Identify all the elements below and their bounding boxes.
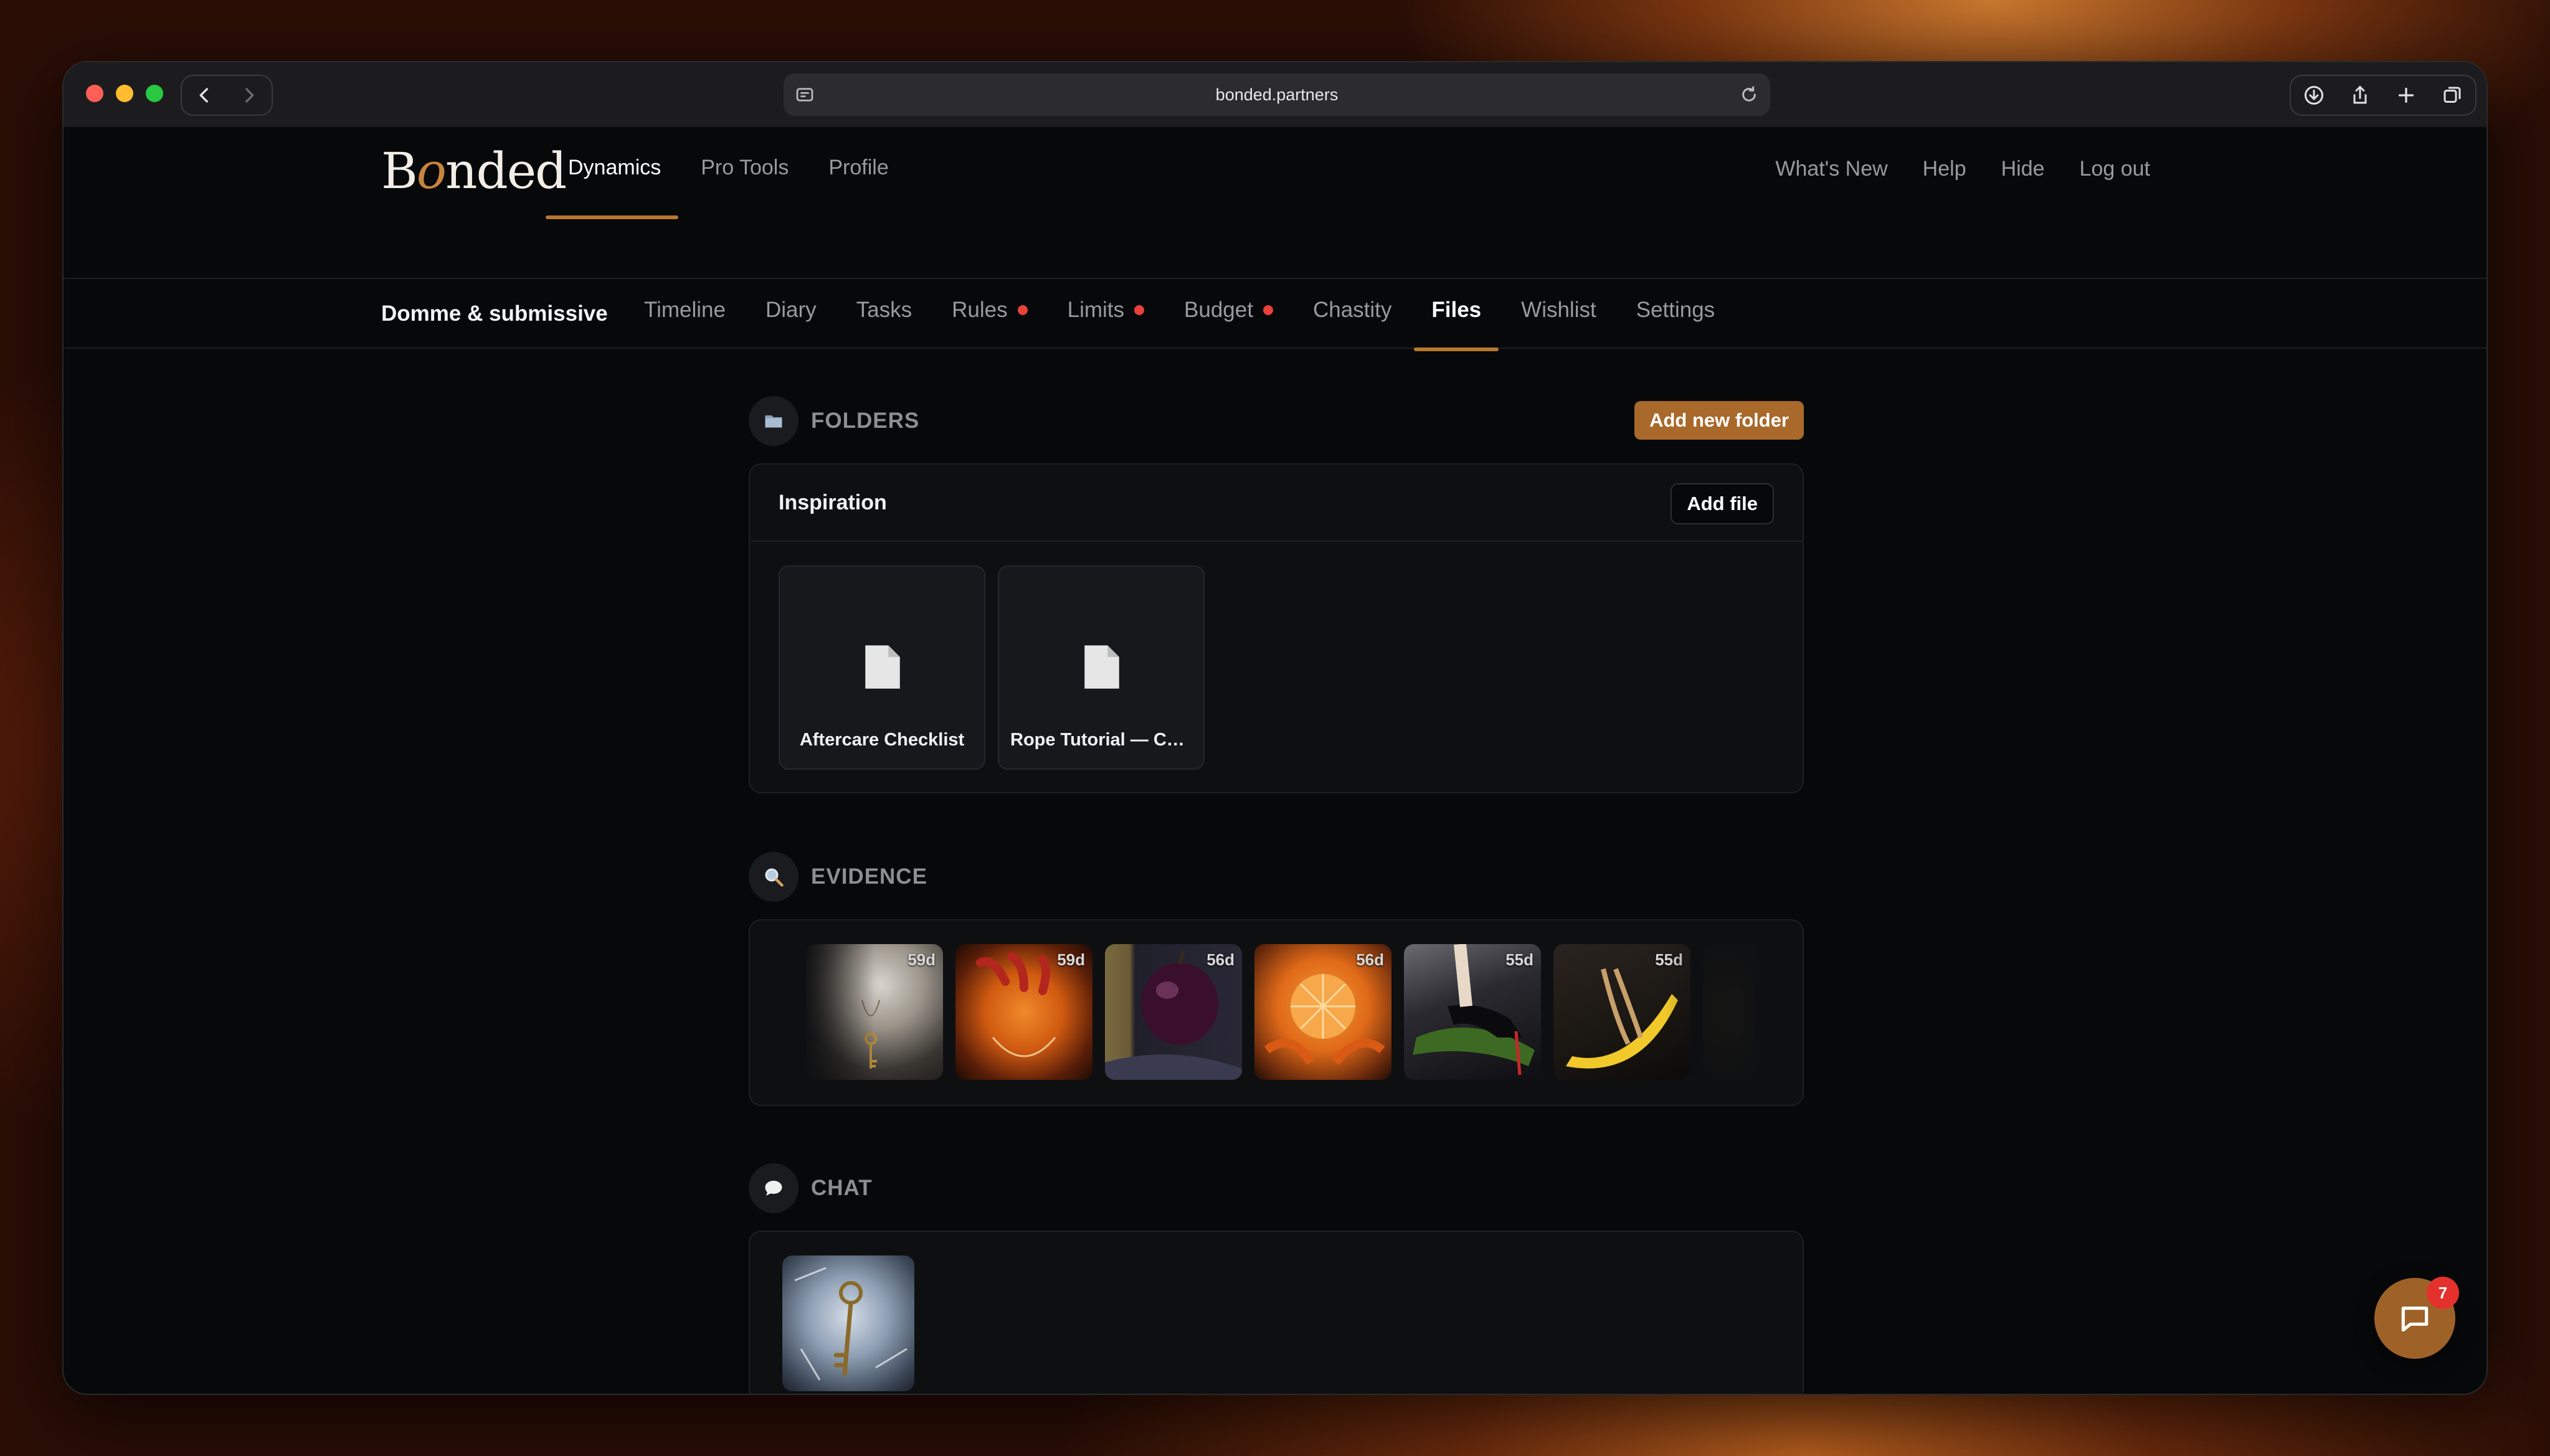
- nav-dynamics[interactable]: Dynamics: [545, 156, 679, 219]
- hide-link[interactable]: Hide: [2001, 157, 2045, 181]
- history-nav: [181, 75, 273, 116]
- folders-header: FOLDERS: [749, 396, 919, 446]
- unread-count-badge: 7: [2427, 1277, 2459, 1309]
- tab-files[interactable]: Files: [1414, 298, 1499, 351]
- tab-overview-icon[interactable]: [2441, 84, 2463, 106]
- add-new-folder-button[interactable]: Add new folder: [1634, 401, 1804, 440]
- folder-name[interactable]: Inspiration: [779, 491, 887, 515]
- folder-header: Inspiration Add file: [750, 465, 1803, 542]
- scroll-fade-left: [750, 920, 874, 1105]
- dynamic-subnav: Domme & submissive Timeline Diary Tasks …: [64, 279, 2486, 351]
- dynamic-title: Domme & submissive: [381, 301, 608, 326]
- dynamic-tabs: Timeline Diary Tasks Rules Limits Budget…: [644, 298, 1755, 351]
- address-bar[interactable]: bonded.partners: [784, 73, 1770, 116]
- evidence-photo-heel-zucchini[interactable]: 55d: [1404, 944, 1541, 1080]
- tab-wishlist[interactable]: Wishlist: [1521, 298, 1596, 323]
- file-tile[interactable]: Aftercare Checklist: [779, 565, 985, 770]
- tab-rules[interactable]: Rules: [952, 298, 1028, 323]
- folders-label: FOLDERS: [811, 409, 920, 433]
- scroll-fade-right: [1666, 1232, 1803, 1394]
- tab-tasks[interactable]: Tasks: [856, 298, 912, 323]
- minimize-window-button[interactable]: [116, 85, 133, 102]
- tab-chastity[interactable]: Chastity: [1313, 298, 1391, 323]
- evidence-strip: 59d 59d 56d 56d 55d: [806, 944, 1803, 1080]
- evidence-label: EVIDENCE: [811, 864, 927, 889]
- file-name: Aftercare Checklist: [799, 730, 965, 750]
- file-grid: Aftercare Checklist Rope Tutorial — Col.…: [779, 565, 1205, 770]
- add-file-button[interactable]: Add file: [1671, 483, 1774, 524]
- evidence-photo-orange-squeeze[interactable]: 59d: [955, 944, 1093, 1080]
- window-controls: [86, 85, 163, 102]
- folder-card-inspiration: Inspiration Add file Aftercare Checklist…: [749, 463, 1804, 793]
- browser-window: bonded.partners Bonded Dynamics Pro Tool…: [62, 61, 2488, 1395]
- chat-photo-key-in-ice[interactable]: [782, 1255, 914, 1391]
- chat-card: [749, 1231, 1804, 1394]
- back-arrow-icon[interactable]: [194, 85, 215, 106]
- nav-pro-tools[interactable]: Pro Tools: [701, 156, 789, 180]
- chat-icon: [2401, 1307, 2429, 1332]
- chat-header: CHAT: [749, 1163, 873, 1213]
- tab-settings[interactable]: Settings: [1636, 298, 1715, 323]
- scroll-fade-right: [1666, 920, 1803, 1105]
- main-nav: Dynamics Pro Tools Profile: [545, 156, 929, 219]
- share-icon[interactable]: [2349, 84, 2371, 106]
- account-nav: What's New Help Hide Log out: [1775, 157, 2150, 181]
- nav-profile[interactable]: Profile: [828, 156, 888, 180]
- evidence-photo-peeled-orange[interactable]: 56d: [1254, 944, 1391, 1080]
- tab-limits[interactable]: Limits: [1068, 298, 1145, 323]
- tab-timeline[interactable]: Timeline: [644, 298, 726, 323]
- forward-arrow-icon[interactable]: [239, 85, 260, 106]
- key-icon: [794, 1267, 908, 1381]
- download-icon[interactable]: [2303, 84, 2325, 106]
- browser-tools: [2290, 75, 2477, 116]
- chat-label: CHAT: [811, 1176, 873, 1200]
- document-icon: [865, 645, 900, 689]
- whats-new-link[interactable]: What's New: [1775, 157, 1887, 181]
- evidence-photo-plum-ruler[interactable]: 56d: [1105, 944, 1242, 1080]
- evidence-header: EVIDENCE: [749, 852, 927, 902]
- magnifier-icon: [749, 852, 799, 902]
- zoom-window-button[interactable]: [146, 85, 163, 102]
- file-tile[interactable]: Rope Tutorial — Col...: [998, 565, 1205, 770]
- evidence-card: 59d 59d 56d 56d 55d: [749, 919, 1804, 1106]
- file-name: Rope Tutorial — Col...: [1010, 730, 1198, 750]
- folder-icon: [749, 396, 799, 446]
- close-window-button[interactable]: [86, 85, 103, 102]
- new-tab-icon[interactable]: [2395, 84, 2417, 106]
- notification-dot: [1017, 305, 1028, 315]
- url-text: bonded.partners: [1215, 85, 1339, 104]
- document-icon: [1084, 645, 1119, 689]
- notification-dot: [1134, 305, 1145, 315]
- browser-toolbar: bonded.partners: [64, 62, 2486, 127]
- bonded-logo[interactable]: Bonded: [381, 142, 567, 200]
- tab-diary[interactable]: Diary: [765, 298, 817, 323]
- reader-mode-icon[interactable]: [795, 85, 815, 105]
- log-out-link[interactable]: Log out: [2080, 157, 2150, 181]
- notification-dot: [1263, 305, 1273, 315]
- help-link[interactable]: Help: [1923, 157, 1966, 181]
- tab-budget[interactable]: Budget: [1184, 298, 1273, 323]
- reload-icon[interactable]: [1739, 85, 1759, 105]
- speech-bubble-icon: [749, 1163, 799, 1213]
